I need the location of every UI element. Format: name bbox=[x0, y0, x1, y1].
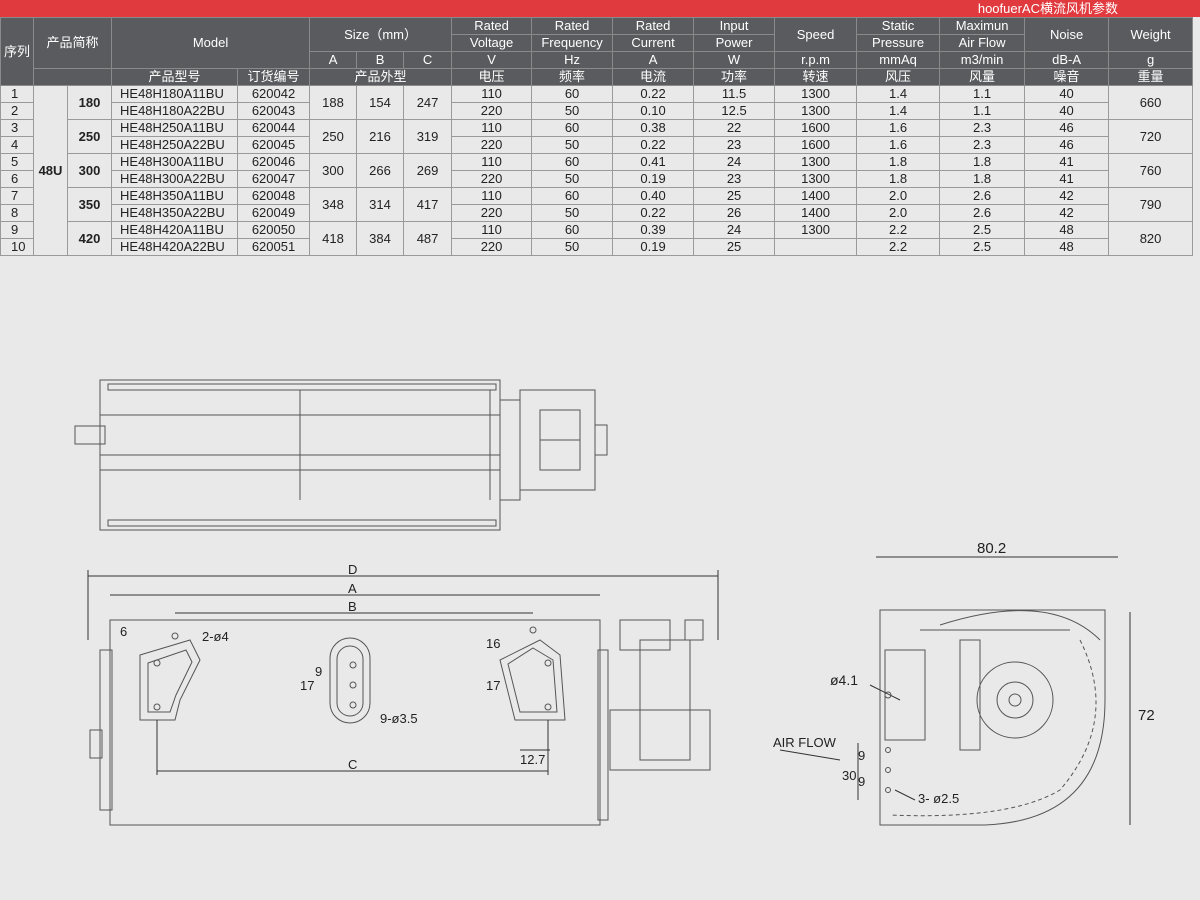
dim-3x25-label: 3- ø2.5 bbox=[918, 791, 959, 806]
technical-drawing: D A B C 6 2-ø4 16 17 9 17 9-ø3.5 12.7 80… bbox=[74, 379, 1155, 826]
dim-9a-label: 9 bbox=[315, 664, 322, 679]
dim-72-label: 72 bbox=[1138, 707, 1155, 724]
dim-2x4-label: 2-ø4 bbox=[202, 629, 229, 644]
dim-17b-label: 17 bbox=[486, 678, 500, 693]
fan-top-view bbox=[74, 379, 608, 531]
fan-side-view bbox=[879, 609, 1106, 826]
dim-9b-label: 9 bbox=[858, 748, 865, 763]
dim-b-label: B bbox=[348, 599, 357, 614]
dim-9c-label: 9 bbox=[858, 774, 865, 789]
page: hoofuerAC横流风机参数 序列 产品简称 Model Size（mm） Rated… bbox=[0, 0, 1200, 900]
dim-41-label: ø4.1 bbox=[830, 672, 858, 688]
air-flow-label: AIR FLOW bbox=[773, 735, 837, 750]
dim-9x35-label: 9-ø3.5 bbox=[380, 711, 418, 726]
dim-c-label: C bbox=[348, 757, 357, 772]
dim-30-label: 30 bbox=[842, 768, 856, 783]
dim-127-label: 12.7 bbox=[520, 752, 545, 767]
dim-802-label: 80.2 bbox=[977, 540, 1006, 557]
dim-6-label: 6 bbox=[120, 624, 127, 639]
dim-17a-label: 17 bbox=[300, 678, 314, 693]
dim-a-label: A bbox=[348, 581, 357, 596]
dim-16-label: 16 bbox=[486, 636, 500, 651]
dim-d-label: D bbox=[348, 562, 357, 577]
